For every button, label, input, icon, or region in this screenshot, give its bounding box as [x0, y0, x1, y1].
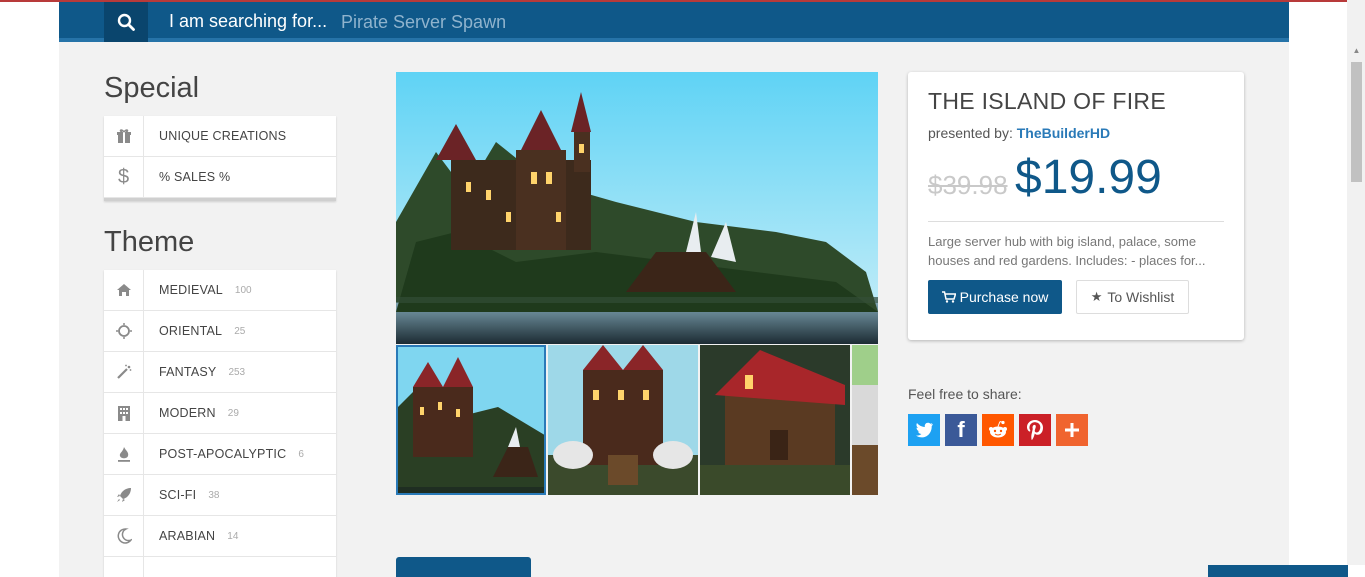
twitter-icon — [916, 422, 933, 438]
product-description: Large server hub with big island, palace… — [928, 234, 1206, 268]
menu-count: 100 — [234, 284, 252, 296]
theme-item-fantasy[interactable]: FANTASY 253 — [104, 351, 336, 393]
menu-label: SCI-FI — [159, 488, 197, 502]
menu-label: POST-APOCALYPTIC — [159, 447, 287, 461]
menu-count: 6 — [298, 448, 304, 460]
gift-icon — [104, 115, 144, 157]
reddit-icon — [989, 420, 1007, 438]
menu-label: UNIQUE CREATIONS — [159, 129, 287, 143]
wishlist-button[interactable]: ★ To Wishlist — [1076, 280, 1189, 314]
current-price: $19.99 — [1015, 151, 1162, 204]
reddit-share-button[interactable] — [982, 414, 1014, 446]
old-price: $39.98 — [928, 170, 1008, 200]
scrollbar-thumb[interactable] — [1351, 62, 1362, 182]
facebook-icon: f — [957, 417, 965, 442]
rocket-icon — [104, 474, 144, 516]
plus-icon — [1065, 423, 1079, 437]
home-icon — [104, 269, 144, 311]
theme-item-modern[interactable]: MODERN 29 — [104, 392, 336, 434]
menu-count: 29 — [227, 407, 239, 419]
menu-count: 25 — [234, 325, 246, 337]
divider — [928, 221, 1224, 222]
thumbnail-2[interactable] — [548, 345, 698, 495]
menu-label: MEDIEVAL — [159, 283, 223, 297]
fire-icon — [104, 433, 144, 475]
thumbnail-1[interactable] — [396, 345, 546, 495]
building-icon — [104, 392, 144, 434]
share-label: Feel free to share: — [908, 386, 1022, 402]
star-icon: ★ — [1090, 289, 1103, 304]
menu-label: MODERN — [159, 406, 216, 420]
theme-item-post-apocalyptic[interactable]: POST-APOCALYPTIC 6 — [104, 433, 336, 475]
theme-item-oriental[interactable]: ORIENTAL 25 — [104, 310, 336, 352]
wishlist-label: To Wishlist — [1107, 289, 1175, 305]
menu-icon-placeholder — [104, 556, 144, 577]
search-bar: I am searching for... — [59, 2, 1289, 42]
menu-label: ARABIAN — [159, 529, 216, 543]
product-title: THE ISLAND OF FIRE — [928, 88, 1166, 114]
menu-label: FANTASY — [159, 365, 217, 379]
pinterest-icon — [1027, 420, 1043, 440]
product-main-image[interactable] — [396, 72, 878, 344]
page-container: I am searching for... Special UNIQUE CRE… — [59, 2, 1289, 577]
facebook-share-button[interactable]: f — [945, 414, 977, 446]
thumbnail-4-partial[interactable] — [852, 345, 878, 495]
theme-item-more[interactable] — [104, 556, 336, 577]
search-input[interactable] — [341, 8, 761, 36]
author-link[interactable]: TheBuilderHD — [1017, 125, 1110, 141]
menu-label: % SALES % — [159, 170, 231, 184]
menu-count: 14 — [227, 530, 239, 542]
content-tab-button[interactable] — [396, 557, 531, 577]
menu-count: 253 — [228, 366, 246, 378]
menu-label: ORIENTAL — [159, 324, 223, 338]
dollar-icon: $ — [104, 156, 144, 198]
theme-menu: MEDIEVAL 100 ORIENTAL 25 FANTASY 253 MOD… — [104, 269, 336, 577]
presented-by: presented by: TheBuilderHD — [928, 125, 1110, 141]
corner-widget[interactable] — [1208, 565, 1348, 577]
special-item-unique-creations[interactable]: UNIQUE CREATIONS — [104, 115, 336, 157]
magic-wand-icon — [104, 351, 144, 393]
purchase-label: Purchase now — [959, 289, 1049, 305]
special-item-sales[interactable]: $ % SALES % — [104, 156, 336, 198]
search-button[interactable] — [104, 2, 148, 42]
scroll-up-icon[interactable]: ▲ — [1351, 46, 1362, 56]
theme-heading: Theme — [104, 226, 195, 258]
moon-icon — [104, 515, 144, 557]
presented-by-label: presented by: — [928, 125, 1013, 141]
thumbnail-3[interactable] — [700, 345, 850, 495]
twitter-share-button[interactable] — [908, 414, 940, 446]
search-label: I am searching for... — [169, 11, 328, 31]
more-share-button[interactable] — [1056, 414, 1088, 446]
pinterest-share-button[interactable] — [1019, 414, 1051, 446]
menu-count: 38 — [208, 489, 220, 501]
theme-item-arabian[interactable]: ARABIAN 14 — [104, 515, 336, 557]
theme-item-sci-fi[interactable]: SCI-FI 38 — [104, 474, 336, 516]
special-heading: Special — [104, 72, 200, 104]
search-icon — [117, 13, 135, 31]
product-card: THE ISLAND OF FIRE presented by: TheBuil… — [908, 72, 1244, 340]
purchase-button[interactable]: Purchase now — [928, 280, 1062, 314]
special-menu: UNIQUE CREATIONS $ % SALES % — [104, 115, 336, 201]
cart-icon — [941, 291, 956, 303]
sun-icon — [104, 310, 144, 352]
theme-item-medieval[interactable]: MEDIEVAL 100 — [104, 269, 336, 311]
